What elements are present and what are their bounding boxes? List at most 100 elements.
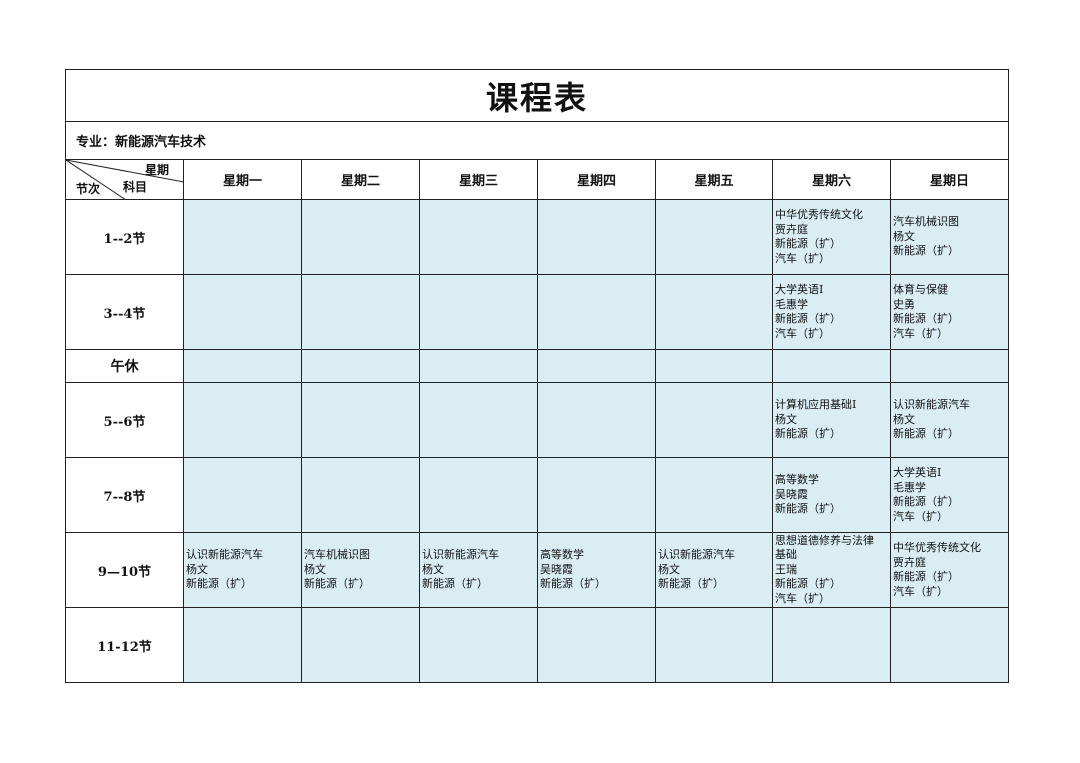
- course-cell: 大学英语Ⅰ 毛惠学 新能源（扩） 汽车（扩）: [772, 274, 891, 350]
- course-cell: [419, 274, 538, 350]
- course-cell: [537, 349, 656, 383]
- course-cell: 中华优秀传统文化 贾卉庭 新能源（扩） 汽车（扩）: [772, 199, 891, 275]
- course-line: 计算机应用基础Ⅰ: [775, 398, 857, 412]
- course-line: 王瑞: [775, 562, 797, 576]
- course-line: 新能源（扩）: [775, 577, 841, 591]
- day-header: 星期一: [183, 159, 302, 200]
- course-cell: [537, 274, 656, 350]
- course-cell: [537, 607, 656, 683]
- course-cell: [183, 349, 302, 383]
- course-line: 汽车机械识图: [893, 215, 959, 229]
- course-line: 贾卉庭: [775, 222, 808, 236]
- course-line: 新能源（扩）: [304, 577, 370, 591]
- course-line: 吴晓霞: [540, 562, 573, 576]
- course-cell: [301, 607, 420, 683]
- course-line: 认识新能源汽车: [422, 548, 499, 562]
- course-cell: [419, 457, 538, 533]
- course-cell: [655, 607, 773, 683]
- schedule-row: 11-12节: [65, 607, 1009, 683]
- course-cell: 中华优秀传统文化 贾卉庭 新能源（扩） 汽车（扩）: [890, 532, 1009, 608]
- course-cell: [655, 457, 773, 533]
- course-line: 新能源（扩）: [893, 495, 959, 508]
- schedule-row: 7--8节 高等数学 吴晓霞 新能源（扩） 大学英语Ⅰ 毛惠学 新能源（扩） 汽车（扩）: [65, 457, 1009, 533]
- course-line: 汽车（扩）: [775, 326, 830, 340]
- course-line: 贾卉庭: [893, 555, 926, 569]
- course-cell: [772, 607, 891, 683]
- course-line: 大学英语Ⅰ: [893, 466, 942, 479]
- course-cell: [655, 274, 773, 350]
- day-header: 星期六: [772, 159, 891, 200]
- course-line: 新能源（扩）: [893, 244, 959, 258]
- course-line: 认识新能源汽车: [186, 548, 263, 562]
- course-cell: [537, 382, 656, 458]
- course-line: 杨文: [304, 562, 326, 576]
- course-cell: [301, 457, 420, 533]
- period-label: 11-12节: [65, 607, 184, 683]
- day-header: 星期三: [419, 159, 538, 200]
- course-line: 新能源（扩）: [540, 577, 606, 591]
- course-cell: 认识新能源汽车 杨文 新能源（扩）: [419, 532, 538, 608]
- course-cell: 计算机应用基础Ⅰ 杨文 新能源（扩）: [772, 382, 891, 458]
- period-label: 3--4节: [65, 274, 184, 350]
- course-line: 新能源（扩）: [775, 312, 841, 325]
- course-line: 汽车（扩）: [893, 509, 948, 523]
- timetable: 课程表 专业：新能源汽车技术 星期 科目 节次 星期一 星期二 星期三 星期四 星期五星…: [65, 69, 1009, 683]
- course-line: 基础: [775, 548, 797, 562]
- course-cell: 高等数学 吴晓霞 新能源（扩）: [772, 457, 891, 533]
- course-line: 毛惠学: [893, 480, 926, 494]
- course-line: 汽车（扩）: [775, 591, 830, 605]
- schedule-row: 5--6节 计算机应用基础Ⅰ 杨文 新能源（扩） 认识新能源汽车 杨文 新能源（扩）: [65, 382, 1009, 458]
- course-cell: [655, 382, 773, 458]
- course-line: 新能源（扩）: [775, 427, 841, 441]
- course-cell: [419, 607, 538, 683]
- course-cell: [183, 457, 302, 533]
- period-label: 7--8节: [65, 457, 184, 533]
- course-cell: [419, 382, 538, 458]
- corner-period-label: 节次: [76, 182, 101, 196]
- course-cell: 高等数学 吴晓霞 新能源（扩）: [537, 532, 656, 608]
- day-header: 星期五: [655, 159, 773, 200]
- course-line: 新能源（扩）: [186, 577, 252, 591]
- course-line: 大学英语Ⅰ: [775, 283, 824, 296]
- course-line: 汽车（扩）: [775, 251, 830, 265]
- course-line: 高等数学: [540, 548, 584, 562]
- page-title: 课程表: [65, 69, 1009, 122]
- course-cell: 认识新能源汽车 杨文 新能源（扩）: [655, 532, 773, 608]
- day-header: 星期日: [890, 159, 1009, 200]
- course-cell: [301, 349, 420, 383]
- major-label: 专业：新能源汽车技术: [65, 121, 1009, 160]
- course-cell: [183, 607, 302, 683]
- course-cell: [301, 382, 420, 458]
- schedule-row: 午休: [65, 349, 1009, 383]
- course-cell: [890, 607, 1009, 683]
- course-line: 新能源（扩）: [775, 237, 841, 250]
- course-line: 汽车（扩）: [893, 584, 948, 598]
- course-line: 杨文: [775, 412, 797, 426]
- course-cell: 认识新能源汽车 杨文 新能源（扩）: [890, 382, 1009, 458]
- course-cell: 思想道德修养与法律 基础 王瑞 新能源（扩） 汽车（扩）: [772, 532, 891, 608]
- course-cell: [890, 349, 1009, 383]
- course-line: 新能源（扩）: [775, 502, 841, 516]
- course-line: 史勇: [893, 297, 915, 311]
- course-line: 汽车（扩）: [893, 326, 948, 340]
- course-line: 新能源（扩）: [893, 427, 959, 441]
- course-line: 吴晓霞: [775, 487, 808, 501]
- course-line: 认识新能源汽车: [658, 548, 735, 562]
- course-cell: 汽车机械识图 杨文 新能源（扩）: [890, 199, 1009, 275]
- course-line: 新能源（扩）: [658, 577, 724, 591]
- course-cell: [655, 349, 773, 383]
- course-line: 毛惠学: [775, 297, 808, 311]
- course-line: 杨文: [422, 562, 444, 576]
- course-cell: [419, 199, 538, 275]
- course-line: 新能源（扩）: [893, 570, 959, 583]
- course-cell: 认识新能源汽车 杨文 新能源（扩）: [183, 532, 302, 608]
- course-line: 新能源（扩）: [893, 312, 959, 325]
- course-line: 中华优秀传统文化: [893, 541, 981, 554]
- schedule-row: 1--2节 中华优秀传统文化 贾卉庭 新能源（扩） 汽车（扩） 汽车机械识图 杨文 新能源（扩…: [65, 199, 1009, 275]
- schedule-row: 3--4节 大学英语Ⅰ 毛惠学 新能源（扩） 汽车（扩） 体育与保健 史勇 新能源（扩） 汽车（…: [65, 274, 1009, 350]
- period-label: 9—10节: [65, 532, 184, 608]
- course-cell: 大学英语Ⅰ 毛惠学 新能源（扩） 汽车（扩）: [890, 457, 1009, 533]
- course-line: 杨文: [186, 562, 208, 576]
- corner-header: 星期 科目 节次: [65, 159, 184, 200]
- course-line: 中华优秀传统文化: [775, 208, 863, 221]
